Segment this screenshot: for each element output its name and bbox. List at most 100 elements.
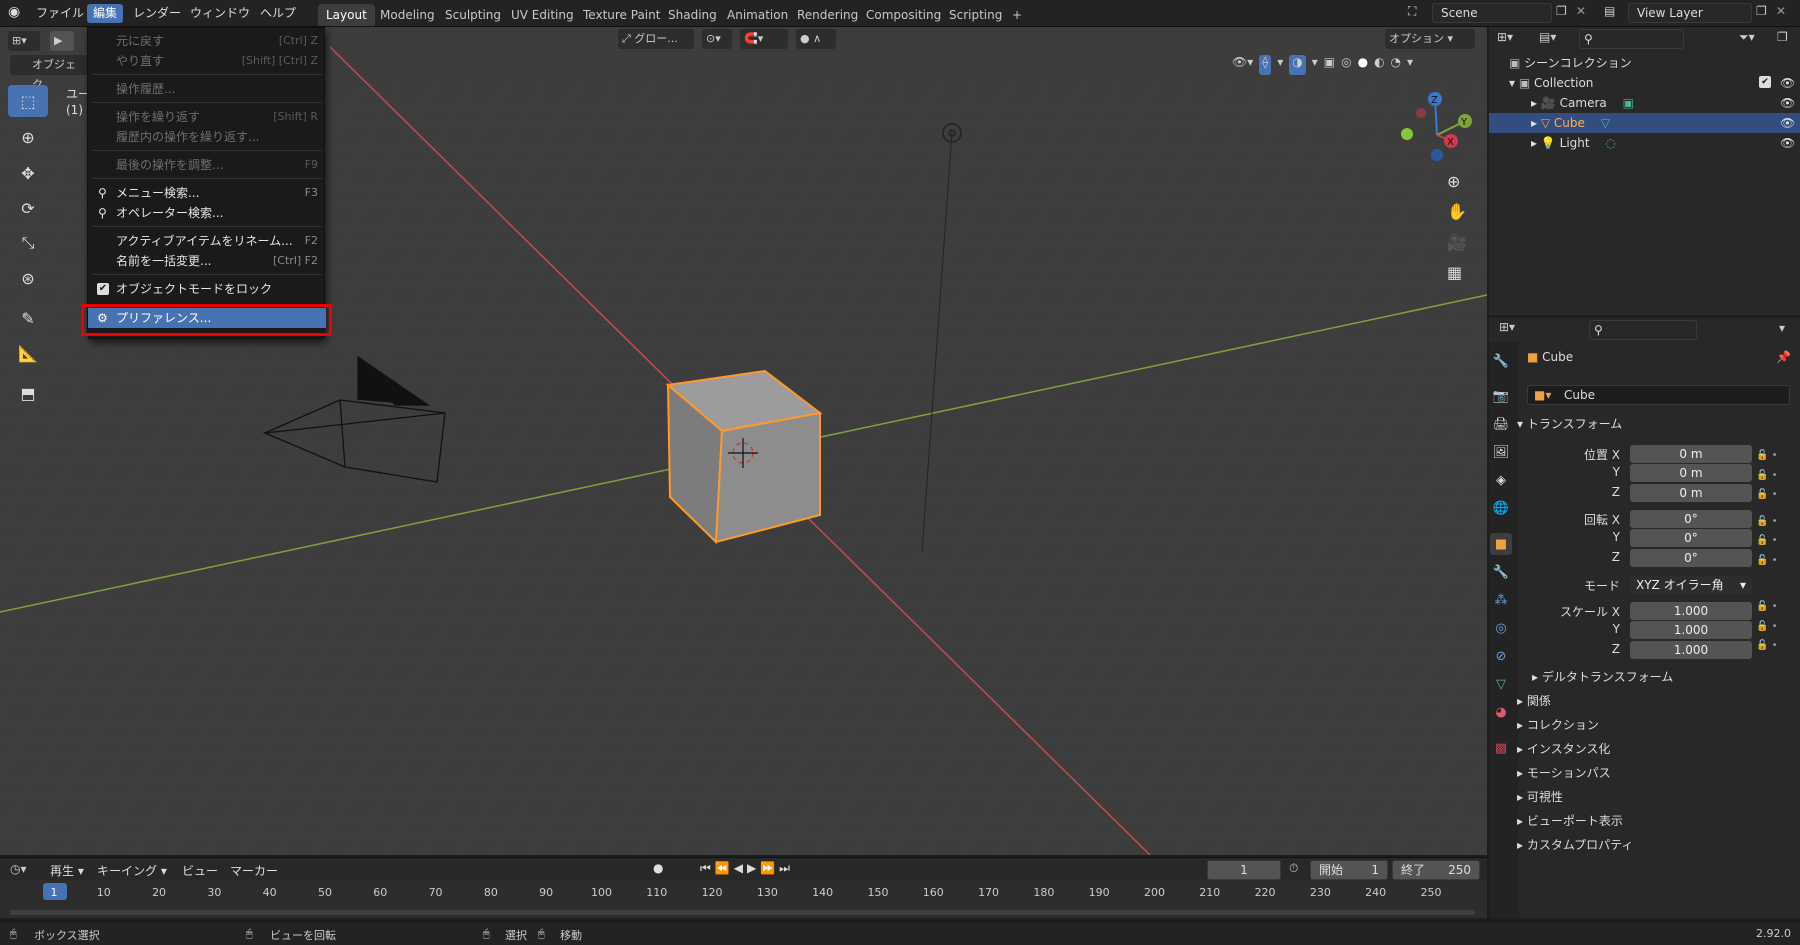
tool-tab-icon[interactable]: 🔧 <box>1490 350 1512 372</box>
record-icon[interactable]: ● <box>653 861 663 875</box>
tab-compositing[interactable]: Compositing <box>858 4 949 26</box>
move-tool[interactable]: ✥ <box>8 157 48 189</box>
lock-icon[interactable]: 🔓 • <box>1756 636 1786 656</box>
expand-arrow-icon[interactable]: ▸ <box>1531 96 1537 110</box>
playback-controls[interactable]: ⏮⏪◀▶⏩⏭ <box>700 861 794 876</box>
location-y-field[interactable]: 0 m <box>1630 464 1752 482</box>
object-mode-dropdown[interactable]: オブジェク <box>10 55 88 91</box>
tab-animation[interactable]: Animation <box>719 4 796 26</box>
annotate-tool[interactable]: ✎ <box>8 302 48 334</box>
measure-tool[interactable]: 📐 <box>8 337 48 369</box>
transform-orientation-dropdown[interactable]: ⤢ グロー... <box>618 29 694 49</box>
scale-y-field[interactable]: 1.000 <box>1630 621 1752 639</box>
constraints-tab-icon[interactable]: ⊘ <box>1490 645 1512 667</box>
mesh-data-tab-icon[interactable]: ▽ <box>1490 673 1512 695</box>
checkbox-checked-icon[interactable]: ✔ <box>97 283 109 295</box>
display-mode-dropdown[interactable]: ▤▾ <box>1539 30 1556 44</box>
tab-rendering[interactable]: Rendering <box>789 4 866 26</box>
menu-item-undo[interactable]: 元に戻す [Ctrl] Z <box>88 31 326 51</box>
pin-icon[interactable]: 📌 <box>1776 350 1791 364</box>
particles-tab-icon[interactable]: ⁂ <box>1490 589 1512 611</box>
menu-help[interactable]: ヘルプ <box>254 4 302 23</box>
motion-paths-panel-header[interactable]: ▸ モーションパス <box>1517 762 1611 784</box>
scale-tool[interactable]: ⤡ <box>8 227 48 259</box>
menu-render[interactable]: レンダー <box>127 4 187 23</box>
menu-edit[interactable]: 編集 <box>87 4 124 23</box>
cursor-tool[interactable]: ⊕ <box>8 121 48 153</box>
menu-item-operator-search[interactable]: ⚲ オペレーター検索... <box>88 203 326 223</box>
texture-tab-icon[interactable]: ▩ <box>1490 737 1512 759</box>
tab-sculpting[interactable]: Sculpting <box>437 4 509 26</box>
output-tab-icon[interactable]: 🖨 <box>1490 413 1512 435</box>
marker-menu[interactable]: マーカー <box>230 862 278 879</box>
menu-item-redo[interactable]: やり直す [Shift] [Ctrl] Z <box>88 51 326 71</box>
select-box-tool[interactable]: ⬚ <box>8 85 48 117</box>
new-scene-icon[interactable]: ❐ <box>1556 4 1567 18</box>
frame-end-field[interactable]: 終了 250 <box>1392 860 1480 880</box>
pivot-point-dropdown[interactable]: ⊙▾ <box>702 29 732 49</box>
rotation-mode-dropdown[interactable]: XYZ オイラー角 ▾ <box>1630 576 1752 594</box>
eye-icon[interactable]: 👁 <box>1780 93 1795 113</box>
material-shading-icon[interactable]: ◐ <box>1374 55 1384 75</box>
lock-icon[interactable]: 🔓 • <box>1756 512 1786 532</box>
ortho-toggle-icon[interactable]: ▦ <box>1447 263 1462 282</box>
add-cube-tool[interactable]: ⬒ <box>8 377 48 409</box>
lock-icon[interactable]: 🔓 • <box>1756 485 1786 505</box>
timeline-view-menu[interactable]: ビュー <box>182 862 218 879</box>
camera-view-icon[interactable]: 🎥 <box>1447 233 1467 252</box>
menu-item-undo-history[interactable]: 操作履歴... <box>88 79 326 99</box>
overlay-toggle-icon[interactable]: ◑ <box>1289 55 1306 75</box>
timeline-scrollbar[interactable] <box>10 910 1475 915</box>
modifier-tab-icon[interactable]: 🔧 <box>1490 561 1512 583</box>
view-layer-tab-icon[interactable]: 🖼 <box>1490 441 1512 463</box>
rotation-x-field[interactable]: 0° <box>1630 510 1752 528</box>
menu-window[interactable]: ウィンドウ <box>184 4 256 23</box>
eye-icon[interactable]: 👁 <box>1780 133 1795 153</box>
material-tab-icon[interactable]: ◕ <box>1490 701 1512 723</box>
viewport-display-panel-header[interactable]: ▸ ビューポート表示 <box>1517 810 1623 832</box>
outliner-search-input[interactable]: ⚲ <box>1579 29 1684 49</box>
custom-properties-panel-header[interactable]: ▸ カスタムプロパティ <box>1517 834 1633 856</box>
outliner-camera[interactable]: ▸ 🎥 Camera ▣ 👁 <box>1489 93 1800 113</box>
tab-uv-editing[interactable]: UV Editing <box>503 4 582 26</box>
lock-icon[interactable]: 🔓 • <box>1756 466 1786 486</box>
solid-shading-icon[interactable]: ● <box>1358 55 1368 75</box>
pan-hand-icon[interactable]: ✋ <box>1447 202 1467 221</box>
physics-tab-icon[interactable]: ◎ <box>1490 617 1512 639</box>
eye-icon[interactable]: 👁 <box>1780 113 1795 133</box>
add-workspace-button[interactable]: + <box>1004 4 1030 26</box>
keying-menu[interactable]: キーイング ▾ <box>97 862 167 879</box>
object-name-field[interactable]: ■▾ Cube <box>1527 385 1790 405</box>
menu-item-menu-search[interactable]: ⚲ メニュー検索... F3 <box>88 183 326 203</box>
instancing-panel-header[interactable]: ▸ インスタンス化 <box>1517 738 1610 760</box>
lock-icon[interactable]: 🔓 • <box>1756 597 1786 617</box>
expand-arrow-icon[interactable]: ▸ <box>1531 116 1537 130</box>
lock-icon[interactable]: 🔓 • <box>1756 446 1786 466</box>
zoom-icon[interactable]: ⊕ <box>1447 172 1460 191</box>
tab-shading[interactable]: Shading <box>660 4 725 26</box>
new-view-layer-icon[interactable]: ❐ <box>1756 4 1767 18</box>
expand-arrow-icon[interactable]: ▾ <box>1509 76 1515 90</box>
scene-icon[interactable]: ⛶ <box>1408 4 1416 19</box>
tab-layout[interactable]: Layout <box>318 4 375 26</box>
timeline-editor-type[interactable]: ◷▾ <box>10 862 27 876</box>
lock-icon[interactable]: 🔓 • <box>1756 551 1786 571</box>
properties-search-input[interactable]: ⚲ <box>1589 320 1697 340</box>
frame-start-field[interactable]: 開始 1 <box>1310 860 1388 880</box>
delete-view-layer-icon[interactable]: ✕ <box>1776 4 1786 18</box>
lock-icon[interactable]: 🔓 • <box>1756 617 1786 637</box>
transform-panel-header[interactable]: ▾ トランスフォーム <box>1517 413 1622 435</box>
visibility-panel-header[interactable]: ▸ 可視性 <box>1517 786 1563 808</box>
properties-options-dropdown[interactable]: ▾ <box>1779 321 1785 335</box>
view-layer-icon[interactable]: ▤ <box>1604 4 1615 18</box>
lock-icon[interactable]: 🔓 • <box>1756 531 1786 551</box>
proportional-edit-button[interactable]: ● ∧ <box>796 29 836 49</box>
tab-modeling[interactable]: Modeling <box>372 4 443 26</box>
delete-scene-icon[interactable]: ✕ <box>1576 4 1586 18</box>
relations-panel-header[interactable]: ▸ 関係 <box>1517 690 1551 712</box>
exclude-checkbox[interactable]: ✔ <box>1759 76 1771 88</box>
outliner-collection[interactable]: ▾ ▣ Collection ✔ 👁 <box>1489 73 1800 93</box>
visibility-icon[interactable]: 👁▾ <box>1232 55 1253 75</box>
menu-item-rename-active[interactable]: アクティブアイテムをリネーム... F2 <box>88 231 326 251</box>
scale-x-field[interactable]: 1.000 <box>1630 602 1752 620</box>
